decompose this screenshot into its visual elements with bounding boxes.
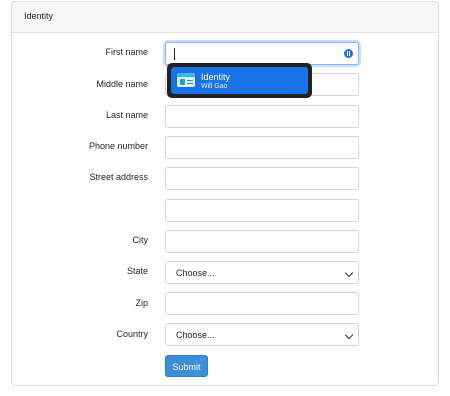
state-selected-value: Choose... — [176, 268, 215, 278]
last-name-input[interactable] — [165, 105, 359, 128]
city-label: City — [132, 235, 149, 245]
autofill-identity-item[interactable]: Identity Will Gao — [171, 67, 308, 94]
id-card-icon — [177, 73, 195, 87]
chevron-down-icon — [344, 268, 354, 278]
state-label: State — [126, 266, 148, 276]
street-address-label: Street address — [89, 172, 148, 182]
password-manager-icon[interactable] — [344, 49, 353, 58]
text-caret — [174, 48, 175, 60]
country-selected-value: Choose... — [176, 330, 215, 340]
card-header: Identity — [12, 2, 438, 33]
street-address-input[interactable] — [165, 167, 359, 190]
identity-card: Identity First name Middle name Last nam… — [11, 1, 439, 386]
first-name-label: First name — [105, 47, 148, 57]
card-title: Identity — [24, 11, 54, 21]
street-address-line2-input[interactable] — [165, 199, 359, 222]
country-select[interactable]: Choose... — [165, 323, 359, 346]
state-select[interactable]: Choose... — [165, 261, 359, 284]
city-input[interactable] — [165, 230, 359, 253]
zip-input[interactable] — [165, 292, 359, 315]
middle-name-label: Middle name — [96, 79, 148, 89]
first-name-input[interactable] — [165, 42, 359, 65]
phone-number-input[interactable] — [165, 136, 359, 159]
chevron-down-icon — [344, 330, 354, 340]
phone-number-label: Phone number — [88, 141, 148, 151]
last-name-label: Last name — [105, 110, 148, 120]
autofill-item-subtitle: Will Gao — [201, 83, 228, 90]
autofill-item-title: Identity — [201, 72, 231, 82]
zip-label: Zip — [135, 298, 148, 308]
autofill-popup: Identity Will Gao — [167, 63, 312, 98]
submit-button[interactable]: Submit — [165, 355, 208, 377]
country-label: Country — [116, 329, 148, 339]
